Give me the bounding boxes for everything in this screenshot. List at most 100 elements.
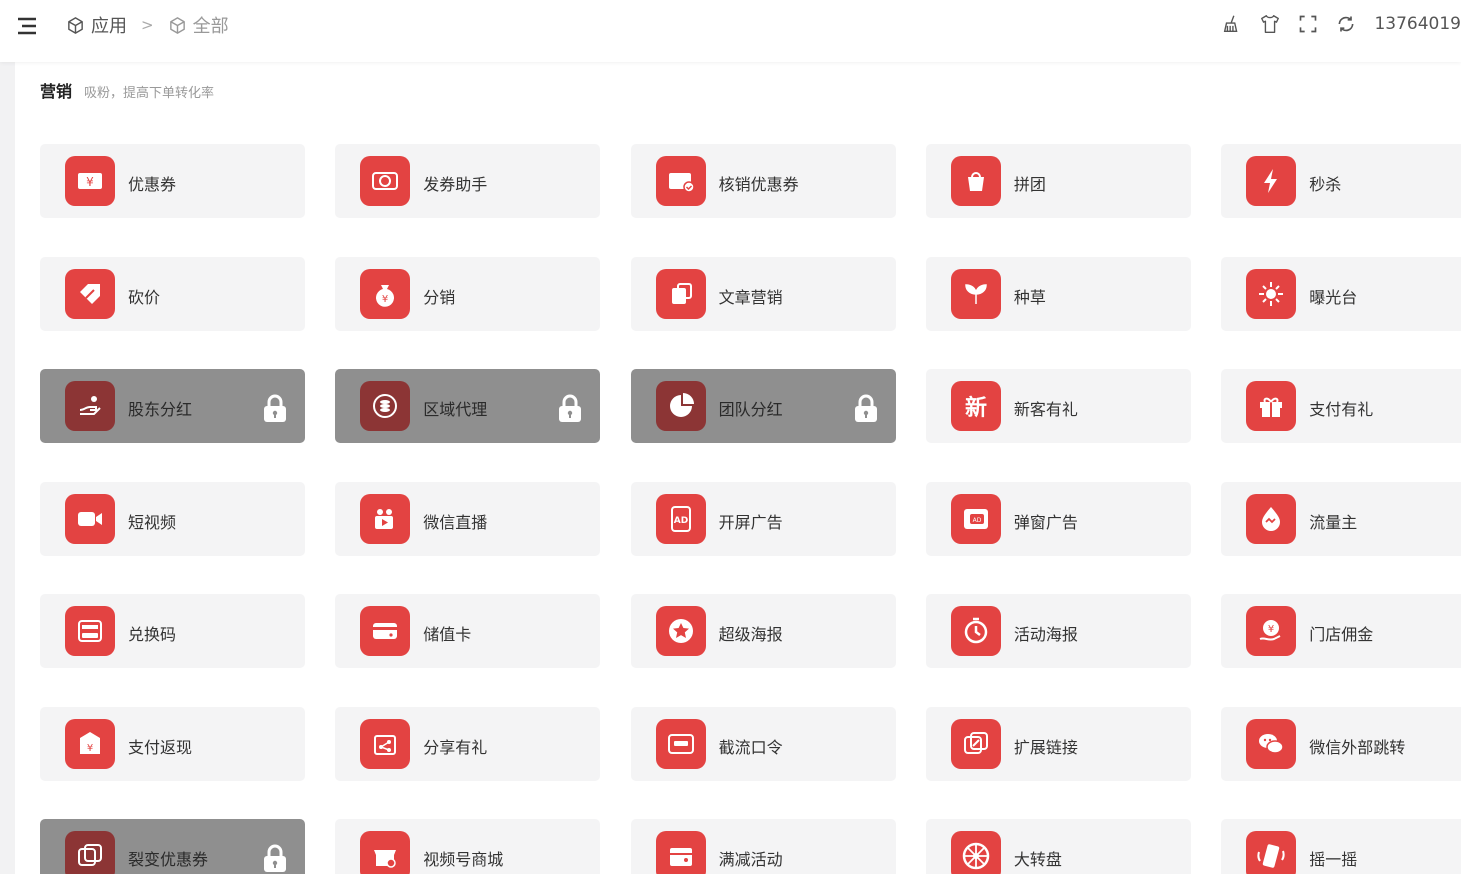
menu-toggle-icon[interactable] (16, 15, 38, 37)
section-title: 营销 (40, 82, 73, 101)
pie-chart-icon (655, 381, 706, 431)
app-card[interactable]: 截流口令 (630, 706, 896, 781)
ad-icon: AD (655, 493, 706, 544)
app-card-label: 流量主 (1309, 512, 1358, 532)
app-card-label: 曝光台 (1309, 287, 1358, 307)
app-card[interactable]: 新 新客有礼 (925, 369, 1191, 443)
bargain-icon (65, 268, 115, 319)
app-card-label: 裂变优惠券 (128, 850, 209, 869)
app-card[interactable]: 秒杀 (1221, 144, 1461, 218)
app-card[interactable]: 分享有礼 (335, 706, 601, 781)
cashback-icon: ¥ (65, 718, 115, 769)
app-card-label: 大转盘 (1013, 850, 1062, 869)
svg-text:AD: AD (673, 516, 687, 526)
app-card-label: 满减活动 (718, 850, 783, 869)
gift-icon (1246, 381, 1297, 431)
dividend-icon (65, 381, 115, 431)
redeem-code-icon (65, 606, 115, 656)
app-card[interactable]: 微信直播 (335, 481, 601, 556)
app-card-label: 拼团 (1013, 175, 1046, 194)
app-card-label: 扩展链接 (1013, 737, 1078, 757)
app-card[interactable]: ¥ 门店佣金 (1221, 594, 1461, 668)
app-card[interactable]: ¥ 优惠券 (40, 144, 305, 218)
cube-icon (169, 16, 185, 34)
breadcrumb-label: 应用 (91, 16, 127, 37)
coupon-icon: ¥ (65, 156, 115, 206)
svg-text:¥: ¥ (382, 294, 388, 305)
tshirt-icon[interactable] (1258, 12, 1282, 36)
fission-coupon-icon (65, 831, 115, 874)
svg-text:¥: ¥ (1268, 624, 1274, 635)
money-bag-icon: ¥ (360, 268, 411, 319)
app-card[interactable]: 扩展链接 (925, 706, 1191, 781)
user-account[interactable]: 13764019 (1374, 14, 1461, 34)
app-card[interactable]: 超级海报 (630, 594, 896, 668)
app-card[interactable]: ¥ 支付返现 (40, 706, 305, 781)
app-card-label: 分销 (423, 287, 456, 307)
app-card-label: 发券助手 (423, 175, 488, 194)
store-commission-icon: ¥ (1246, 606, 1297, 656)
app-card[interactable]: 支付有礼 (1221, 369, 1461, 443)
fullscreen-icon[interactable] (1296, 12, 1320, 36)
app-card[interactable]: 区域代理 (335, 369, 601, 443)
app-card[interactable]: 股东分红 (40, 369, 305, 443)
sprout-icon (950, 268, 1001, 319)
breadcrumb-all[interactable]: 全部 (168, 12, 229, 38)
app-card-label: 核销优惠券 (718, 175, 799, 194)
app-card[interactable]: 活动海报 (925, 594, 1191, 668)
refresh-icon[interactable] (1334, 12, 1358, 36)
app-card[interactable]: 曝光台 (1221, 256, 1461, 331)
app-card-label: 分享有礼 (423, 737, 488, 757)
app-card-label: 活动海报 (1013, 625, 1078, 644)
broom-icon[interactable] (1220, 12, 1244, 36)
link-icon (950, 718, 1001, 769)
app-card[interactable]: AD 开屏广告 (630, 481, 896, 556)
app-card[interactable]: 满减活动 (630, 819, 896, 874)
breadcrumb-separator: > (141, 16, 154, 34)
lock-icon (261, 842, 289, 874)
app-card[interactable]: 摇一摇 (1221, 819, 1461, 874)
app-card[interactable]: 短视频 (40, 481, 305, 556)
lock-icon (261, 392, 289, 424)
app-card-label: 新客有礼 (1013, 400, 1078, 419)
discount-icon (655, 831, 706, 874)
sidebar-strip (0, 62, 15, 874)
app-card[interactable]: 大转盘 (925, 819, 1191, 874)
lock-icon (556, 392, 584, 424)
app-card[interactable]: ¥ 分销 (335, 256, 601, 331)
app-card[interactable]: 发券助手 (335, 144, 601, 218)
wheel-icon (950, 831, 1001, 874)
svg-text:新: 新 (965, 395, 987, 421)
app-card[interactable]: 微信外部跳转 (1221, 706, 1461, 781)
app-card[interactable]: 文章营销 (630, 256, 896, 331)
app-card[interactable]: 拼团 (925, 144, 1191, 218)
app-card-label: 短视频 (128, 512, 177, 532)
app-card[interactable]: 储值卡 (335, 594, 601, 668)
toolbar: 13764019 (1220, 12, 1461, 36)
app-card[interactable]: 兑换码 (40, 594, 305, 668)
app-card[interactable]: 流量主 (1221, 481, 1461, 556)
app-card-label: 微信直播 (423, 512, 488, 532)
star-poster-icon (655, 606, 706, 656)
cube-icon (68, 16, 83, 34)
app-card-label: 文章营销 (718, 287, 783, 307)
app-card[interactable]: 视频号商城 (335, 819, 601, 874)
top-bar: 应用 > 全部 13764019 (0, 0, 1461, 62)
app-card-label: 种草 (1013, 287, 1046, 307)
app-card[interactable]: 核销优惠券 (630, 144, 896, 218)
app-card[interactable]: 裂变优惠券 (40, 819, 305, 874)
breadcrumb: 应用 > 全部 (66, 12, 229, 38)
app-card[interactable]: 种草 (925, 256, 1191, 331)
app-card[interactable]: 砍价 (40, 256, 305, 331)
app-card-label: 储值卡 (423, 625, 472, 644)
app-card[interactable]: AD 弹窗广告 (925, 481, 1191, 556)
coupon-helper-icon (360, 156, 411, 206)
coin-stack-icon (360, 381, 411, 431)
main-content: 营销 吸粉，提高下单转化率 ¥ 优惠券 发券助手 核销优惠券 拼团 秒杀砍价 ¥ 分销 文章营销… (15, 62, 1461, 874)
section-description: 吸粉，提高下单转化率 (84, 86, 215, 101)
shake-icon (1246, 831, 1297, 874)
lock-icon (852, 392, 880, 424)
svg-text:¥: ¥ (87, 743, 93, 754)
app-card[interactable]: 团队分红 (630, 369, 896, 443)
breadcrumb-apps[interactable]: 应用 (66, 12, 127, 38)
